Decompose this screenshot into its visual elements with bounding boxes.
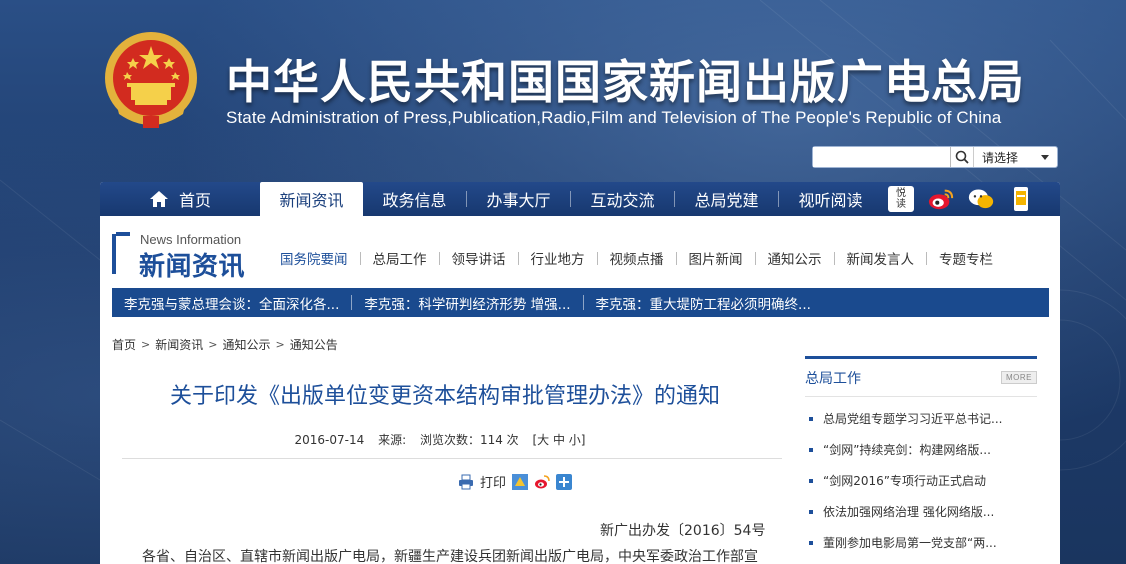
article-source-label: 来源: <box>378 433 407 447</box>
breadcrumb-announcement[interactable]: 通知公告 <box>290 336 338 353</box>
share-weibo-icon[interactable] <box>534 474 550 490</box>
subnav-special-topics[interactable]: 专题专栏 <box>927 248 1005 268</box>
sidebar-bureau-work: 总局工作 MORE 总局党组专题学习习近平总书记... “剑网”持续亮剑：构建网… <box>805 356 1037 558</box>
nav-social-icons: 悦读 <box>888 186 1034 212</box>
list-item-label: 依法加强网络治理 强化网络版... <box>823 505 995 519</box>
list-item[interactable]: 总局党组专题学习习近平总书记... <box>805 403 1037 434</box>
search-category-select[interactable]: 请选择 <box>973 147 1057 167</box>
breadcrumb-notices[interactable]: 通知公示 <box>222 336 270 353</box>
article-body: 各省、自治区、直辖市新闻出版广电局，新疆生产建设兵团新闻出版广电局，中央军委政治… <box>142 549 758 564</box>
breadcrumb-news[interactable]: 新闻资讯 <box>155 336 203 353</box>
document-number: 新广出办发〔2016〕54号 <box>600 523 766 539</box>
list-item-label: “剑网”持续亮剑：构建网络版... <box>823 443 991 457</box>
print-icon[interactable] <box>458 474 474 490</box>
national-emblem-icon <box>105 32 197 128</box>
site-title-cn: 中华人民共和国国家新闻出版广电总局 <box>226 55 1025 109</box>
section-header: News Information 新闻资讯 国务院要闻 总局工作 领导讲话 行业… <box>100 216 1060 284</box>
list-item[interactable]: “剑网”持续亮剑：构建网络版... <box>805 434 1037 465</box>
nav-service-hall[interactable]: 办事大厅 <box>467 182 570 216</box>
section-subnav: 国务院要闻 总局工作 领导讲话 行业地方 视频点播 图片新闻 通知公示 新闻发言… <box>276 248 1005 268</box>
share-more-icon[interactable] <box>556 473 573 490</box>
bullet-icon <box>809 509 813 514</box>
search-select-value: 请选择 <box>982 150 1019 165</box>
nav-interaction[interactable]: 互动交流 <box>571 182 674 216</box>
sidebar-header: 总局工作 MORE <box>805 359 1037 397</box>
section-title-en: News Information <box>140 232 242 247</box>
nav-news-label: 新闻资讯 <box>279 191 344 210</box>
share-qzone-icon[interactable] <box>512 473 529 490</box>
search-icon[interactable] <box>951 147 973 167</box>
font-size-control[interactable]: [大 中 小] <box>533 433 586 447</box>
section-logo: News Information 新闻资讯 <box>112 232 268 282</box>
yuedu-icon-text: 悦读 <box>896 188 906 210</box>
breadcrumb-separator-icon: > <box>208 338 218 351</box>
headline-ticker: 李克强与蒙总理会谈：全面深化各... 李克强：科学研判经济形势 增强... 李克… <box>112 288 1049 317</box>
bullet-icon <box>809 478 813 483</box>
main-nav: 首页 新闻资讯 政务信息 办事大厅 互动交流 总局党建 视听阅读 悦读 <box>100 182 1060 216</box>
nav-home[interactable]: 首页 <box>100 182 260 216</box>
subnav-notices[interactable]: 通知公示 <box>756 248 834 268</box>
main-container: 首页 新闻资讯 政务信息 办事大厅 互动交流 总局党建 视听阅读 悦读 News… <box>100 182 1060 564</box>
subnav-leader-speech[interactable]: 领导讲话 <box>440 248 518 268</box>
list-item[interactable]: 依法加强网络治理 强化网络版... <box>805 496 1037 527</box>
search-bar: 请选择 <box>812 146 1058 168</box>
list-item-label: “剑网2016”专项行动正式启动 <box>823 474 986 488</box>
subnav-video[interactable]: 视频点播 <box>598 248 676 268</box>
article-tools: 打印 <box>458 472 573 491</box>
background-calligraphy <box>0 0 100 564</box>
breadcrumb-separator-icon: > <box>275 338 285 351</box>
subnav-industry-local[interactable]: 行业地方 <box>519 248 597 268</box>
nav-audio-visual[interactable]: 视听阅读 <box>779 182 882 216</box>
list-item-label: 董刚参加电影局第一党支部“两... <box>823 536 997 550</box>
section-logo-corner <box>116 232 130 236</box>
nav-news[interactable]: 新闻资讯 <box>260 182 363 216</box>
list-item[interactable]: “剑网2016”专项行动正式启动 <box>805 465 1037 496</box>
subnav-photo-news[interactable]: 图片新闻 <box>677 248 755 268</box>
yuedu-icon[interactable]: 悦读 <box>888 186 914 212</box>
article-title: 关于印发《出版单位变更资本结构审批管理办法》的通知 <box>169 384 720 409</box>
list-item[interactable]: 董刚参加电影局第一党支部“两... <box>805 527 1037 558</box>
chevron-down-icon <box>1041 154 1049 160</box>
nav-home-label: 首页 <box>178 191 211 210</box>
article-date: 2016-07-14 <box>294 433 365 447</box>
nav-audio-visual-label: 视听阅读 <box>798 191 863 210</box>
nav-interaction-label: 互动交流 <box>590 191 655 210</box>
wechat-icon[interactable] <box>968 186 994 212</box>
article-divider <box>122 458 782 459</box>
nav-service-hall-label: 办事大厅 <box>486 191 551 210</box>
bullet-icon <box>809 540 813 545</box>
ticker-item[interactable]: 李克强：重大堤防工程必须明确终... <box>584 293 823 313</box>
article-meta: 2016-07-14 来源: 浏览次数：114 次 [大 中 小] <box>120 431 760 448</box>
section-logo-bar <box>112 234 116 274</box>
article-views: 浏览次数：114 次 <box>419 433 519 447</box>
breadcrumb-separator-icon: > <box>141 338 151 351</box>
subnav-spokesperson[interactable]: 新闻发言人 <box>835 248 927 268</box>
breadcrumb-home[interactable]: 首页 <box>112 336 136 353</box>
sidebar-list: 总局党组专题学习习近平总书记... “剑网”持续亮剑：构建网络版... “剑网2… <box>805 397 1037 558</box>
ticker-item[interactable]: 李克强：科学研判经济形势 增强... <box>352 293 582 313</box>
weibo-icon[interactable] <box>928 186 954 212</box>
subnav-bureau-work[interactable]: 总局工作 <box>361 248 439 268</box>
nav-government-info[interactable]: 政务信息 <box>363 182 466 216</box>
ticker-item[interactable]: 李克强与蒙总理会谈：全面深化各... <box>112 293 351 313</box>
mobile-icon[interactable] <box>1008 186 1034 212</box>
section-title-cn: 新闻资讯 <box>139 252 246 282</box>
home-icon <box>149 191 168 207</box>
more-button[interactable]: MORE <box>1001 371 1037 384</box>
print-label[interactable]: 打印 <box>480 472 506 491</box>
nav-party-building[interactable]: 总局党建 <box>675 182 778 216</box>
sidebar-title: 总局工作 <box>805 370 861 387</box>
subnav-state-council[interactable]: 国务院要闻 <box>276 248 360 268</box>
list-item-label: 总局党组专题学习习近平总书记... <box>823 412 1003 426</box>
bullet-icon <box>809 447 813 452</box>
breadcrumb: 首页 > 新闻资讯 > 通知公示 > 通知公告 <box>112 336 338 353</box>
search-input[interactable] <box>813 147 951 167</box>
bullet-icon <box>809 416 813 421</box>
nav-government-info-label: 政务信息 <box>382 191 447 210</box>
site-title-en: State Administration of Press,Publicatio… <box>226 108 1002 127</box>
nav-party-building-label: 总局党建 <box>694 191 759 210</box>
